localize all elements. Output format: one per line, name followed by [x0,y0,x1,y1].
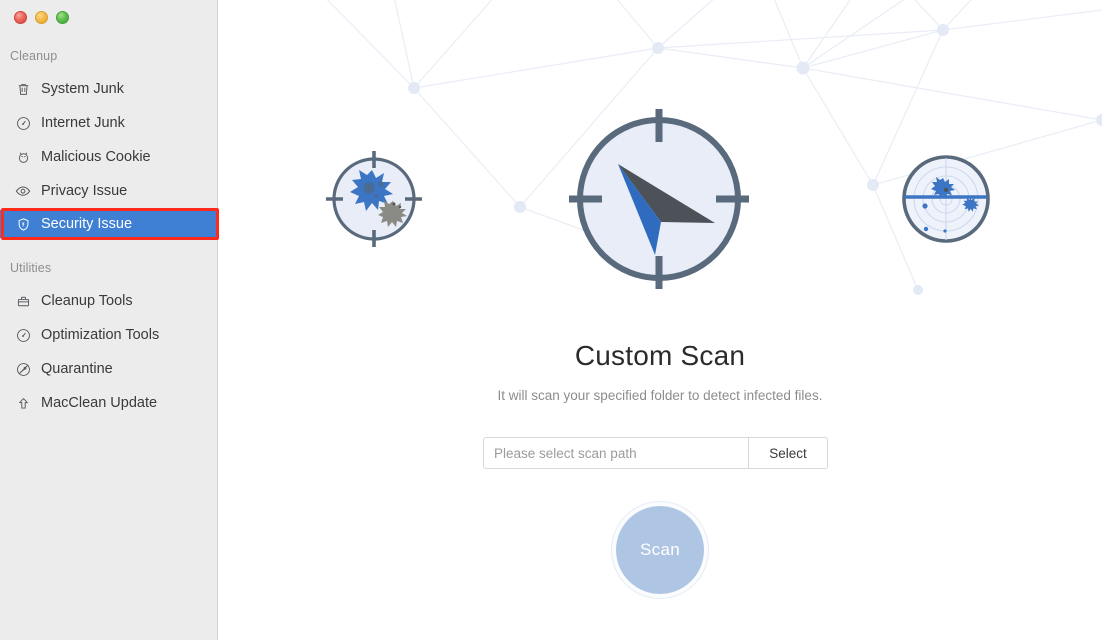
window-controls [14,11,69,24]
sidebar-item-label: Internet Junk [41,115,125,131]
sidebar-item-label: Optimization Tools [41,327,160,343]
sidebar: Cleanup System Junk Internet Junk Malici… [0,0,219,640]
minimize-window-button[interactable] [35,11,48,24]
sidebar-item-label: Cleanup Tools [41,293,133,309]
sidebar-item-cleanup-tools[interactable]: Cleanup Tools [0,287,218,315]
sidebar-item-label: System Junk [41,81,124,97]
page-title: Custom Scan [574,340,746,371]
up-arrow-icon [13,393,33,413]
sidebar-item-label: Malicious Cookie [41,149,151,165]
shield-icon [13,214,33,234]
compass-crosshair-icon [569,109,749,289]
sidebar-item-malicious-cookie[interactable]: Malicious Cookie [0,143,218,171]
gauge-icon [13,113,33,133]
no-entry-icon [13,359,33,379]
main-content: Custom Scan It will scan your specified … [218,0,1102,640]
sidebar-item-quarantine[interactable]: Quarantine [0,355,218,383]
sidebar-section-cleanup: Cleanup [10,49,58,63]
briefcase-icon [13,291,33,311]
sidebar-item-internet-junk[interactable]: Internet Junk [0,109,218,137]
scan-path-row: Select [483,437,828,469]
select-button[interactable]: Select [748,438,827,468]
scan-button-wrapper: Scan [612,502,708,598]
sidebar-item-optimization-tools[interactable]: Optimization Tools [0,321,218,349]
page-subtitle: It will scan your specified folder to de… [497,388,823,403]
close-window-button[interactable] [14,11,27,24]
scan-button[interactable]: Scan [612,502,708,598]
virus-target-icon [326,151,422,247]
sidebar-item-macclean-update[interactable]: MacClean Update [0,389,218,417]
sidebar-item-label: Privacy Issue [41,183,128,199]
maximize-window-button[interactable] [56,11,69,24]
scan-button-label: Scan [640,540,680,559]
eye-icon [13,181,33,201]
sidebar-item-security-issue[interactable]: Security Issue [0,210,218,238]
sidebar-item-label: MacClean Update [41,395,158,411]
scan-illustration [326,109,990,289]
sidebar-item-system-junk[interactable]: System Junk [0,75,218,103]
radar-scan-icon [902,155,990,243]
sidebar-section-utilities: Utilities [10,261,52,275]
trash-icon [13,79,33,99]
app-window: Cleanup System Junk Internet Junk Malici… [0,0,1102,640]
gauge-icon [13,325,33,345]
scan-path-input[interactable] [484,438,748,468]
sidebar-item-privacy-issue[interactable]: Privacy Issue [0,177,218,205]
cookie-icon [13,147,33,167]
sidebar-item-label: Quarantine [41,361,113,377]
sidebar-item-label: Security Issue [41,216,133,232]
